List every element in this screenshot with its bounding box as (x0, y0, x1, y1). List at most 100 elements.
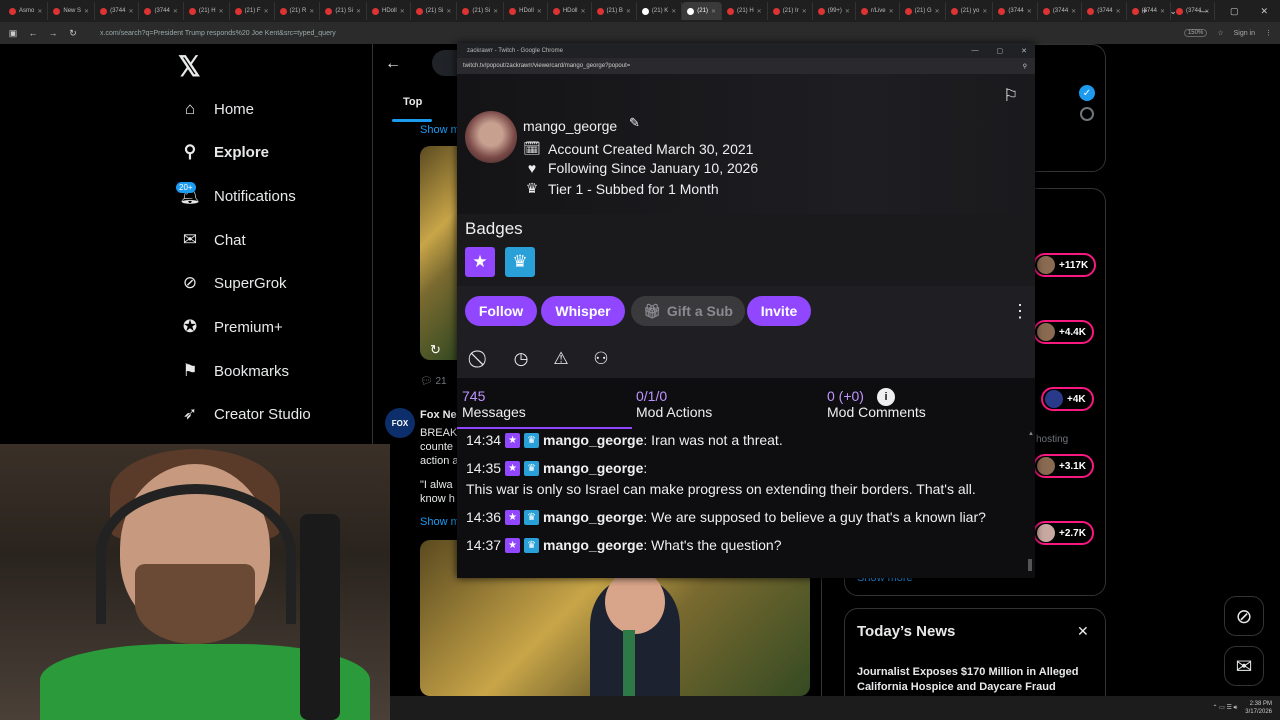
info-icon[interactable]: i (877, 388, 895, 406)
browser-tab[interactable]: Asmo ✕ (4, 2, 49, 20)
tab-close-icon[interactable]: ✕ (671, 8, 676, 15)
invite-button[interactable]: Invite (747, 296, 811, 326)
scrollbar-thumb[interactable] (1028, 559, 1032, 571)
back-arrow-icon[interactable]: ← (385, 55, 401, 73)
forward-button[interactable]: → (46, 28, 60, 38)
tab-close-icon[interactable]: ✕ (309, 8, 314, 15)
browser-tab[interactable]: HDoll ✕ (504, 2, 548, 20)
tab-close-icon[interactable]: ✕ (446, 8, 451, 15)
browser-tab[interactable]: (21) Si ✕ (411, 2, 458, 20)
browser-tab[interactable]: (21) yo ✕ (946, 2, 994, 20)
nav-explore[interactable]: ⚲ Explore (180, 137, 269, 167)
replay-icon[interactable]: ↻ (430, 342, 441, 358)
browser-tab[interactable]: (3744 ✕ (139, 2, 184, 20)
url-input[interactable]: x.com/search?q=President Trump responds%… (100, 30, 336, 37)
ban-icon[interactable]: ⃠ (469, 347, 493, 371)
show-more-link[interactable]: Show m (420, 124, 460, 136)
tab-close-icon[interactable]: ✕ (84, 8, 89, 15)
browser-tab[interactable]: (3744 ✕ (1038, 2, 1083, 20)
tab-close-icon[interactable]: ✕ (581, 8, 586, 15)
browser-tab[interactable]: (21) Si ✕ (457, 2, 505, 20)
tab-close-icon[interactable]: ✕ (264, 8, 269, 15)
close-window-button[interactable]: ✕ (1260, 6, 1268, 17)
warning-icon[interactable]: ⚠ (549, 347, 573, 371)
browser-tab[interactable]: (21) R ✕ (275, 2, 321, 20)
tab-close-icon[interactable]: ✕ (1071, 8, 1076, 15)
browser-tab[interactable]: (21) Ir ✕ (768, 2, 813, 20)
tab-close-icon[interactable]: ✕ (757, 8, 762, 15)
radio-unchecked-icon[interactable] (1080, 107, 1094, 121)
follow-button[interactable]: Follow (465, 296, 537, 326)
minimize-button[interactable]: — (1199, 6, 1208, 16)
browser-tab[interactable]: HDoll ✕ (548, 2, 592, 20)
tab-close-icon[interactable]: ✕ (219, 8, 224, 15)
browser-tab[interactable]: (21) H ✕ (722, 2, 768, 20)
more-options-icon[interactable]: ⋮ (1011, 301, 1029, 322)
extensions-icon[interactable]: ⋮ (1265, 29, 1272, 37)
browser-tab[interactable]: (3744 ✕ (993, 2, 1038, 20)
tab-close-icon[interactable]: ✕ (935, 8, 940, 15)
mod-actions-stat[interactable]: 0/1/0 Mod Actions (636, 388, 712, 420)
nav-creator-studio[interactable]: ➶ Creator Studio (180, 399, 311, 429)
tab-close-icon[interactable]: ✕ (356, 8, 361, 15)
close-button[interactable]: ✕ (1021, 47, 1027, 55)
browser-tab[interactable]: (3744 ✕ (95, 2, 140, 20)
edit-pencil-icon[interactable]: ✎ (629, 115, 640, 131)
messages-stat[interactable]: 745 Messages (462, 388, 526, 420)
bookmark-star-icon[interactable]: ☆ (1217, 29, 1223, 37)
tray-icons[interactable]: ⌃ ▭ ☰ 🔊︎ (1212, 704, 1237, 712)
stat-pill[interactable]: +117K (1033, 253, 1097, 277)
browser-tab[interactable]: (3744 ✕ (1082, 2, 1127, 20)
nav-premium[interactable]: ✪ Premium+ (180, 312, 283, 342)
browser-tab[interactable]: (21) ✕ (682, 2, 722, 20)
browser-tab[interactable]: (21) F ✕ (230, 2, 275, 20)
zoom-icon[interactable]: ⚲ (1023, 63, 1035, 70)
gift-sub-button[interactable]: 🎁︎ Gift a Sub (631, 296, 745, 326)
reply-count[interactable]: 💬︎ 21 (420, 376, 447, 387)
tab-close-icon[interactable]: ✕ (493, 8, 498, 15)
messages-float-button[interactable]: ✉ (1224, 646, 1264, 686)
x-logo-icon[interactable]: 𝕏 (178, 50, 201, 83)
browser-tab[interactable]: r/Live ✕ (856, 2, 900, 20)
tab-top[interactable]: Top (403, 96, 422, 108)
stat-pill[interactable]: +3.1K (1033, 454, 1094, 478)
browser-tab[interactable]: (21) G ✕ (900, 2, 946, 20)
back-button[interactable]: ← (26, 28, 40, 38)
tab-close-icon[interactable]: ✕ (173, 8, 178, 15)
new-tab-button[interactable]: + (1142, 6, 1147, 16)
whisper-button[interactable]: Whisper (541, 296, 625, 326)
nav-chat[interactable]: ✉ Chat (180, 225, 246, 255)
tab-close-icon[interactable]: ✕ (626, 8, 631, 15)
nav-home[interactable]: ⌂ Home (180, 94, 254, 124)
scroll-up-arrow[interactable]: ▲ (1028, 431, 1034, 437)
grok-float-button[interactable]: ⊘ (1224, 596, 1264, 636)
tab-close-icon[interactable]: ✕ (982, 8, 987, 15)
fox-news-avatar[interactable]: FOX (385, 408, 415, 438)
report-flag-icon[interactable]: ⚐ (1003, 86, 1018, 106)
stat-pill[interactable]: +4.4K (1033, 320, 1094, 344)
browser-tab[interactable]: HDoll ✕ (367, 2, 411, 20)
tab-close-icon[interactable]: ✕ (845, 8, 850, 15)
post-image[interactable] (420, 146, 460, 360)
stat-pill[interactable]: +2.7K (1033, 521, 1094, 545)
signin-button[interactable]: Sign in (1234, 30, 1255, 37)
tab-close-icon[interactable]: ✕ (1027, 8, 1032, 15)
username[interactable]: mango_george (523, 118, 617, 134)
minimize-button[interactable]: — (972, 47, 979, 55)
maximize-button[interactable]: ▢ (997, 47, 1004, 55)
browser-tab[interactable]: (21) Si ✕ (320, 2, 368, 20)
tab-list-icon[interactable]: ⌄ (1169, 6, 1177, 17)
tab-close-icon[interactable]: ✕ (711, 8, 716, 15)
star-badge-icon[interactable]: ★ (465, 247, 495, 277)
tab-close-icon[interactable]: ✕ (400, 8, 405, 15)
stat-pill[interactable]: +4K (1041, 387, 1094, 411)
browser-tab[interactable]: (21) H ✕ (184, 2, 230, 20)
zoom-indicator[interactable]: 150% (1183, 29, 1208, 37)
crown-badge-icon[interactable]: ♛ (505, 247, 535, 277)
close-news-icon[interactable]: ✕ (1077, 623, 1089, 640)
nav-bookmarks[interactable]: ⚑ Bookmarks (180, 356, 289, 386)
tab-close-icon[interactable]: ✕ (889, 8, 894, 15)
sidebar-toggle-icon[interactable]: ▣ (6, 28, 20, 39)
tab-close-icon[interactable]: ✕ (802, 8, 807, 15)
news-headline[interactable]: Journalist Exposes $170 Million in Alleg… (857, 665, 1097, 695)
